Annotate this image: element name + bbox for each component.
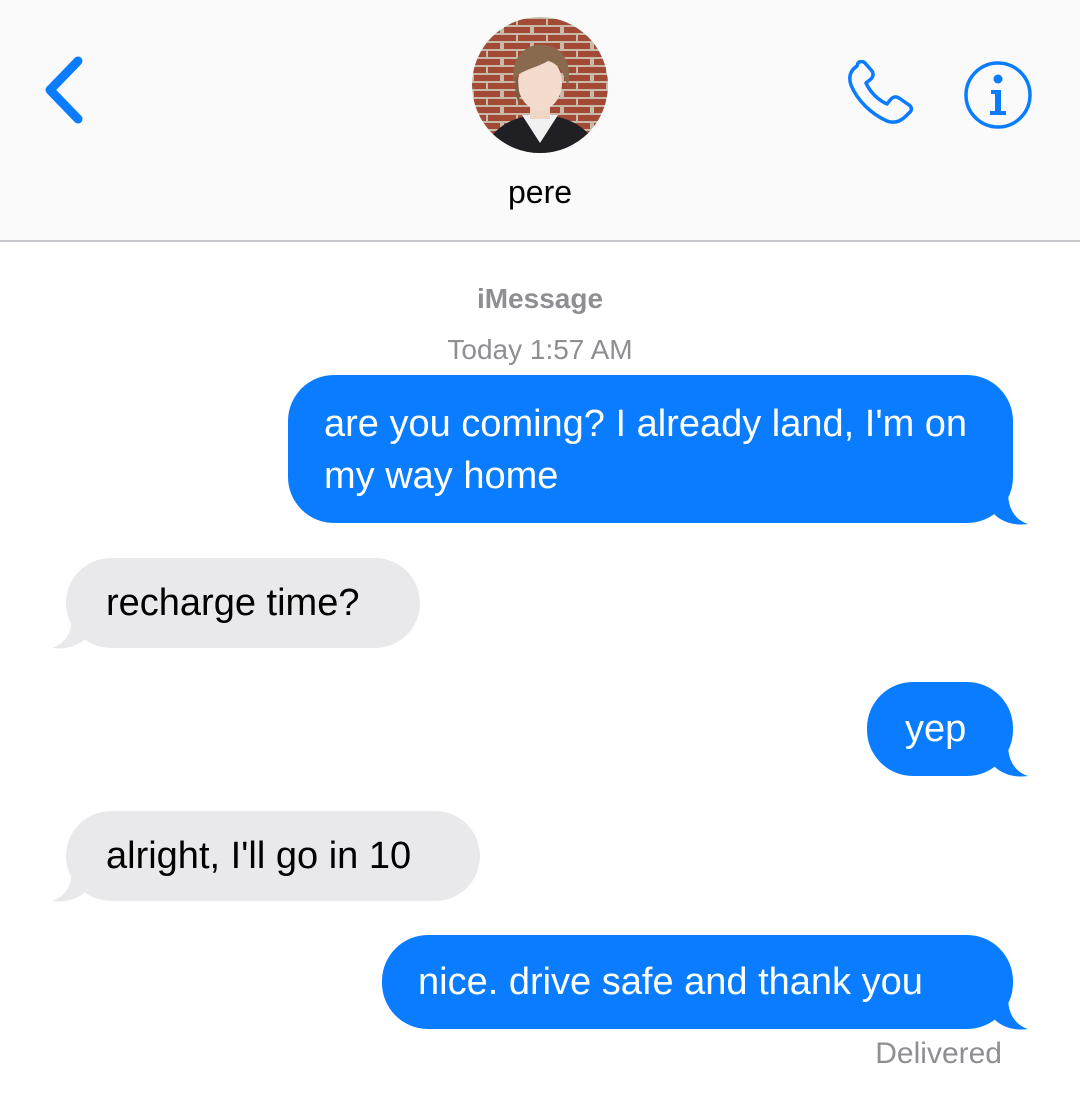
incoming-bubble-tail: [52, 616, 90, 649]
incoming-message[interactable]: alright, I'll go in 10: [66, 811, 480, 901]
call-button[interactable]: [843, 59, 917, 128]
outgoing-message[interactable]: are you coming? I already land, I'm on m…: [288, 375, 1013, 523]
info-button[interactable]: [963, 60, 1033, 130]
back-button[interactable]: [38, 55, 90, 125]
outgoing-bubble-tail: [990, 492, 1028, 525]
message-text: nice. drive safe and thank you: [418, 961, 923, 1003]
incoming-bubble-tail: [52, 869, 90, 902]
contact-name[interactable]: pere: [0, 172, 1080, 212]
conversation-header: pere: [0, 0, 1080, 242]
message-text: yep: [905, 708, 967, 750]
info-icon: [964, 61, 1032, 129]
chevron-left-icon: [45, 56, 83, 124]
avatar-photo: [472, 17, 608, 153]
message-timestamp: Today 1:57 AM: [447, 334, 633, 365]
message-text: alright, I'll go in 10: [106, 835, 412, 877]
service-label: iMessage: [476, 283, 604, 314]
contact-avatar[interactable]: [472, 17, 608, 153]
outgoing-message[interactable]: nice. drive safe and thank you: [382, 935, 1013, 1029]
phone-icon: [848, 59, 914, 124]
message-text: recharge time?: [106, 582, 360, 624]
outgoing-bubble-tail: [990, 744, 1028, 777]
outgoing-bubble-tail: [990, 997, 1028, 1030]
incoming-message[interactable]: recharge time?: [66, 558, 420, 648]
message-text: are you coming? I already land, I'm on m…: [324, 403, 968, 497]
delivery-status: Delivered: [875, 1037, 1002, 1070]
